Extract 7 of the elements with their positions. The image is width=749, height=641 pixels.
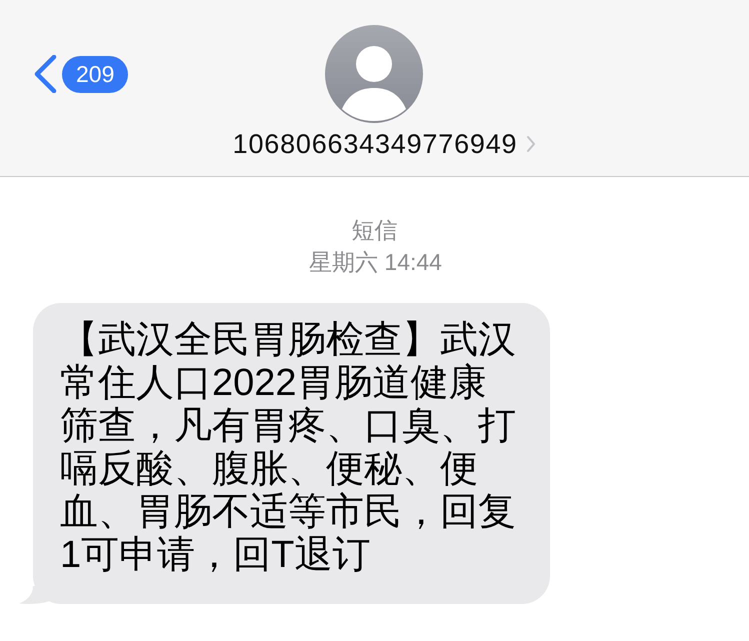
chevron-right-icon[interactable] — [526, 135, 536, 153]
service-label: 短信 — [352, 216, 398, 245]
message-timestamp: 星期六 14:44 — [309, 248, 442, 277]
contact-number[interactable]: 106806634349776949 — [232, 127, 518, 161]
back-chevron-icon — [33, 55, 57, 93]
avatar-icon[interactable] — [325, 25, 424, 123]
message-text: 【武汉全民胃肠检查】武汉常住人口2022胃肠道健康筛查，凡有胃疼、口臭、打嗝反酸、腹胀、便秘、便血、胃肠不适等市民，回复1可申请，回T退订 — [60, 319, 517, 577]
